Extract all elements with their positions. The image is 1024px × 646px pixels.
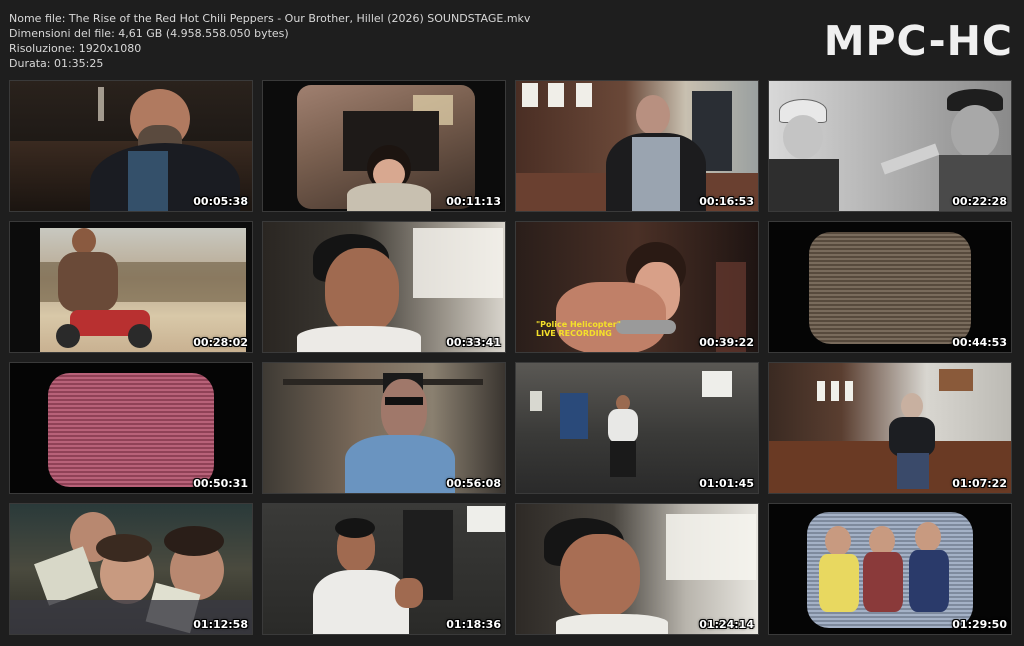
timestamp: 01:24:14 [699, 618, 754, 631]
timestamp: 00:33:41 [446, 336, 501, 349]
song-caption: "Police Helicopter" LIVE RECORDING [536, 320, 621, 338]
timestamp: 01:01:45 [699, 477, 754, 490]
timestamp: 00:05:38 [193, 195, 248, 208]
thumbnail-6[interactable]: 00:33:41 [262, 221, 506, 353]
caption-title: "Police Helicopter" [536, 320, 621, 329]
thumbnail-7[interactable]: "Police Helicopter" LIVE RECORDING 00:39… [515, 221, 759, 353]
duration-line: Durata: 01:35:25 [9, 57, 104, 70]
timestamp: 00:16:53 [699, 195, 754, 208]
timestamp: 01:12:58 [193, 618, 248, 631]
timestamp: 01:18:36 [446, 618, 501, 631]
timestamp: 00:11:13 [446, 195, 501, 208]
timestamp: 00:39:22 [699, 336, 754, 349]
timestamp: 00:44:53 [952, 336, 1007, 349]
timestamp: 00:56:08 [446, 477, 501, 490]
mpc-hc-logo: MPC-HC [823, 17, 1013, 65]
thumbnail-10[interactable]: 00:56:08 [262, 362, 506, 494]
thumbnail-15[interactable]: 01:24:14 [515, 503, 759, 635]
file-info-header: Nome file: The Rise of the Red Hot Chili… [9, 11, 530, 71]
thumbnail-13[interactable]: 01:12:58 [9, 503, 253, 635]
thumbnail-3[interactable]: 00:16:53 [515, 80, 759, 212]
thumbnail-8[interactable]: 00:44:53 [768, 221, 1012, 353]
thumbnail-grid: 00:05:38 00:11:13 00:16:53 00:22:28 00:2… [9, 80, 1012, 635]
file-size-line: Dimensioni del file: 4,61 GB (4.958.558.… [9, 27, 289, 40]
thumbnail-5[interactable]: 00:28:02 [9, 221, 253, 353]
thumbnail-16[interactable]: 01:29:50 [768, 503, 1012, 635]
thumbnail-14[interactable]: 01:18:36 [262, 503, 506, 635]
caption-subtitle: LIVE RECORDING [536, 329, 612, 338]
timestamp: 01:07:22 [952, 477, 1007, 490]
thumbnail-12[interactable]: 01:07:22 [768, 362, 1012, 494]
timestamp: 01:29:50 [952, 618, 1007, 631]
timestamp: 00:50:31 [193, 477, 248, 490]
file-name-line: Nome file: The Rise of the Red Hot Chili… [9, 12, 531, 25]
thumbnail-4[interactable]: 00:22:28 [768, 80, 1012, 212]
thumbnail-11[interactable]: 01:01:45 [515, 362, 759, 494]
thumbnail-9[interactable]: 00:50:31 [9, 362, 253, 494]
timestamp: 00:28:02 [193, 336, 248, 349]
resolution-line: Risoluzione: 1920x1080 [9, 42, 142, 55]
thumbnail-1[interactable]: 00:05:38 [9, 80, 253, 212]
thumbnail-2[interactable]: 00:11:13 [262, 80, 506, 212]
timestamp: 00:22:28 [952, 195, 1007, 208]
